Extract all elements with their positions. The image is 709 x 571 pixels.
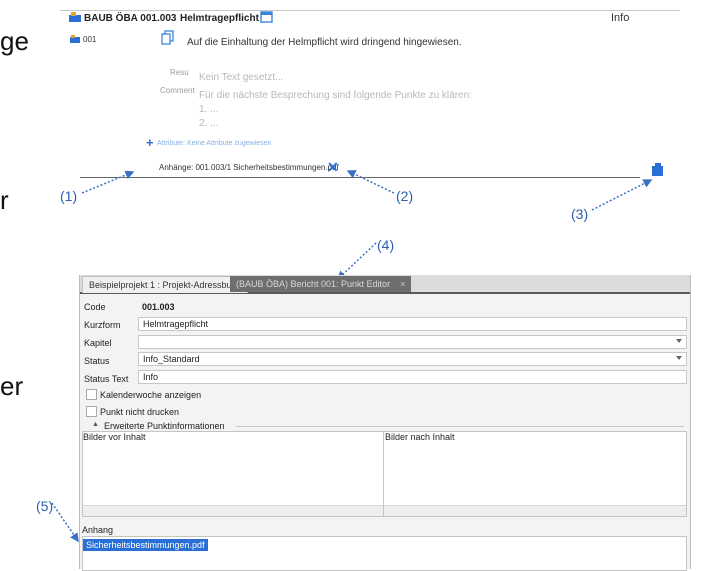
grid-header: Bilder vor Inhalt xyxy=(83,432,146,442)
code-label: Code xyxy=(84,302,106,312)
do-not-print-checkbox[interactable] xyxy=(86,406,97,417)
chevron-down-icon xyxy=(676,339,682,343)
horizontal-scrollbar[interactable] xyxy=(83,505,383,516)
status-select[interactable]: Info_Standard xyxy=(138,352,687,366)
kurzform-input[interactable]: Helmtragepflicht xyxy=(138,317,687,331)
collapse-arrow-icon[interactable]: ▲ xyxy=(92,421,99,428)
tab-project-address-book[interactable]: Beispielprojekt 1 : Projekt-Adressbuch xyxy=(82,276,249,293)
status-value: Info_Standard xyxy=(143,354,200,364)
tab-label: (BAUB ÖBA) Bericht 001: Punkt Editor xyxy=(236,279,391,289)
attachment-list[interactable]: Sicherheitsbestimmungen.pdf xyxy=(82,536,687,571)
attachment-item-selected[interactable]: Sicherheitsbestimmungen.pdf xyxy=(83,539,208,551)
tab-label: Beispielprojekt 1 : Projekt-Adressbuch xyxy=(89,280,242,290)
images-after-grid[interactable]: Bilder nach Inhalt xyxy=(383,431,687,517)
calendar-week-checkbox[interactable] xyxy=(86,389,97,400)
close-tab-icon[interactable]: × xyxy=(400,279,405,289)
kurzform-label: Kurzform xyxy=(84,320,121,330)
calendar-week-label: Kalenderwoche anzeigen xyxy=(100,390,202,400)
group-title: Erweiterte Punktinformationen xyxy=(104,421,225,431)
images-before-grid[interactable]: Bilder vor Inhalt xyxy=(82,431,384,517)
kapitel-select[interactable] xyxy=(138,335,687,349)
group-divider xyxy=(236,426,684,427)
status-text-label: Status Text xyxy=(84,374,129,384)
status-text-input[interactable]: Info xyxy=(138,370,687,384)
horizontal-scrollbar[interactable] xyxy=(384,505,686,516)
code-value: 001.003 xyxy=(142,302,175,312)
kapitel-label: Kapitel xyxy=(84,338,112,348)
chevron-down-icon xyxy=(676,356,682,360)
grid-header: Bilder nach Inhalt xyxy=(385,432,455,442)
tab-strip: Beispielprojekt 1 : Projekt-Adressbuch (… xyxy=(80,275,690,294)
tab-point-editor[interactable]: (BAUB ÖBA) Bericht 001: Punkt Editor × xyxy=(230,276,412,292)
do-not-print-label: Punkt nicht drucken xyxy=(100,407,180,417)
status-field-label: Status xyxy=(84,356,110,366)
point-editor-window: Beispielprojekt 1 : Projekt-Adressbuch (… xyxy=(79,275,691,571)
anhang-label: Anhang xyxy=(82,525,114,535)
